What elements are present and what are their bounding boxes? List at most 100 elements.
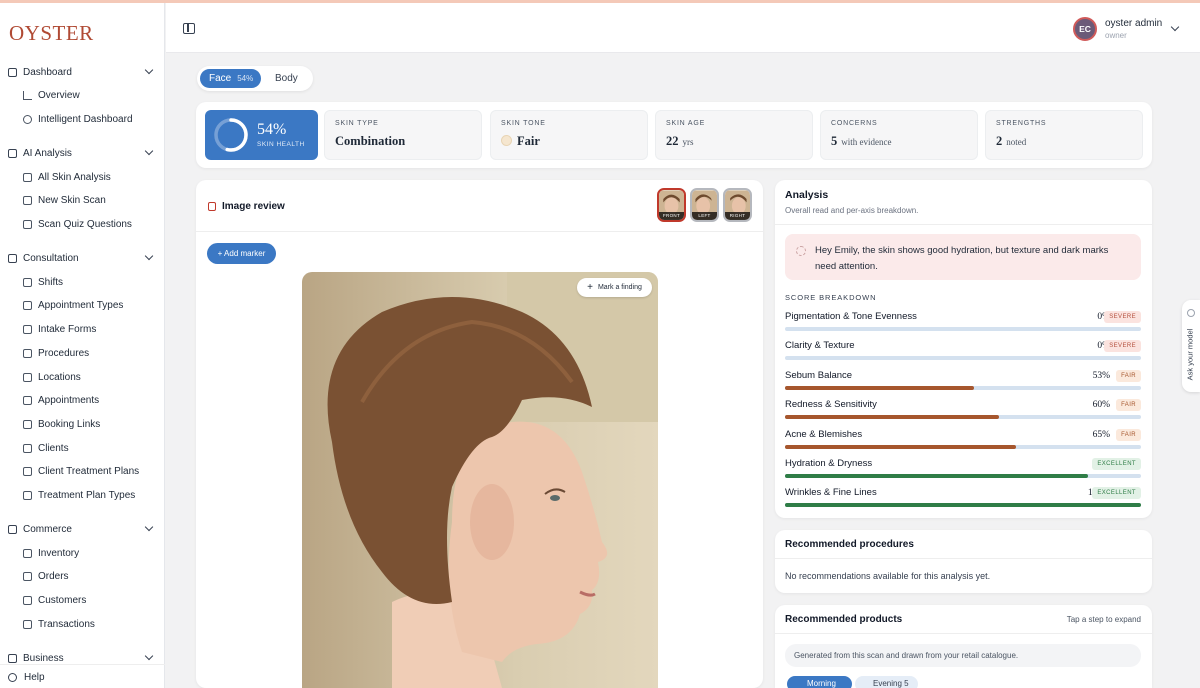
sidebar-item-label: Appointments	[38, 395, 100, 407]
sidebar-item-new-skin-scan[interactable]: New Skin Scan	[0, 189, 165, 213]
tab-face[interactable]: Face 54%	[200, 69, 261, 88]
user-role: owner	[1105, 31, 1127, 40]
skin-age-value: 22	[666, 134, 679, 148]
sidebar-item-clients[interactable]: Clients	[0, 436, 165, 460]
avatar[interactable]: EC	[1073, 17, 1097, 41]
new-skin-scan-icon	[23, 196, 32, 206]
skin-tone-swatch	[501, 135, 512, 146]
ai-analysis-icon	[8, 148, 17, 158]
sidebar-section-dashboard[interactable]: Dashboard	[0, 60, 165, 84]
brand-logo[interactable]: OYSTER	[9, 21, 94, 46]
add-marker-button[interactable]: + Add marker	[207, 243, 276, 264]
sidebar-item-label: Overview	[38, 90, 80, 102]
skin-health-card: 54% SKIN HEALTH	[205, 110, 318, 160]
sidebar-item-shifts[interactable]: Shifts	[0, 270, 165, 294]
sidebar-item-treatment-plan-types[interactable]: Treatment Plan Types	[0, 484, 165, 508]
image-review-card: Image review FRONT LEFT RIGHT + Add mark…	[196, 180, 763, 688]
sidebar-item-intake-forms[interactable]: Intake Forms	[0, 318, 165, 342]
clients-icon	[23, 443, 32, 453]
strengths-value: 2	[996, 134, 1003, 148]
score-badge: SEVERE	[1104, 311, 1141, 323]
sidebar-item-all-skin-analysis[interactable]: All Skin Analysis	[0, 165, 165, 189]
divider	[775, 633, 1152, 634]
products-note: Generated from this scan and drawn from …	[785, 644, 1141, 667]
sidebar-toggle-icon[interactable]	[183, 23, 195, 34]
chevron-down-icon[interactable]	[1170, 22, 1180, 32]
sidebar-item-scan-quiz-questions[interactable]: Scan Quiz Questions	[0, 213, 165, 237]
user-name[interactable]: oyster admin	[1105, 18, 1162, 29]
all-skin-analysis-icon	[23, 172, 32, 182]
products-hint: Tap a step to expand	[1066, 615, 1141, 624]
sidebar-item-procedures[interactable]: Procedures	[0, 342, 165, 366]
score-track	[785, 327, 1141, 331]
score-track	[785, 444, 1141, 449]
sidebar-item-booking-links[interactable]: Booking Links	[0, 413, 165, 437]
skin-tone-label: SKIN TONE	[501, 120, 546, 127]
score-value: 53%	[1092, 370, 1110, 381]
thumb-left[interactable]: LEFT	[690, 188, 719, 222]
score-badge: SEVERE	[1104, 340, 1141, 353]
evening-tab[interactable]: Evening 5	[855, 676, 918, 688]
ask-model-tab[interactable]: Ask your model	[1182, 300, 1200, 392]
sidebar-item-label: Help	[24, 672, 45, 683]
sidebar-item-transactions[interactable]: Transactions	[0, 612, 165, 636]
score-row: Acne & Blemishes 65% FAIR	[785, 428, 1141, 453]
score-name: Acne & Blemishes	[785, 428, 863, 440]
score-badge: FAIR	[1116, 399, 1141, 412]
strengths-value-wrap: 2 noted	[996, 134, 1026, 149]
sidebar-item-overview[interactable]: Overview	[0, 84, 165, 108]
recommended-products-card: Recommended products Tap a step to expan…	[775, 605, 1152, 688]
strengths-card: STRENGTHS 2 noted	[985, 110, 1143, 160]
help-icon	[8, 673, 17, 682]
sidebar-item-customers[interactable]: Customers	[0, 589, 165, 613]
sidebar-item-appointment-types[interactable]: Appointment Types	[0, 294, 165, 318]
face-photo[interactable]: + Mark a finding	[302, 272, 658, 688]
tab-body[interactable]: Body	[275, 73, 298, 84]
mark-finding-button[interactable]: + Mark a finding	[577, 278, 652, 297]
score-row: Clarity & Texture0%SEVERE	[785, 340, 1141, 364]
analysis-card: Analysis Overall read and per-axis break…	[775, 180, 1152, 518]
skin-age-unit: yrs	[682, 137, 694, 147]
thumb-label: RIGHT	[725, 212, 750, 220]
locations-icon	[23, 372, 32, 382]
sidebar-section-commerce[interactable]: Commerce	[0, 517, 165, 541]
score-track	[785, 385, 1141, 390]
sidebar-item-inventory[interactable]: Inventory	[0, 541, 165, 565]
score-track	[785, 415, 1141, 420]
sidebar-item-label: Scan Quiz Questions	[38, 219, 132, 231]
sidebar-item-appointments[interactable]: Appointments	[0, 389, 165, 413]
sidebar-item-intelligent-dashboard[interactable]: Intelligent Dashboard	[0, 108, 165, 132]
analysis-title: Analysis	[785, 189, 829, 201]
sparkle-icon	[796, 246, 806, 256]
analysis-greeting: Hey Emily, the skin shows good hydration…	[785, 234, 1141, 280]
products-title: Recommended products	[785, 614, 903, 625]
sidebar-item-client-treatment-plans[interactable]: Client Treatment Plans	[0, 460, 165, 484]
skin-health-ring	[214, 118, 248, 152]
sidebar-item-orders[interactable]: Orders	[0, 565, 165, 589]
sidebar-item-locations[interactable]: Locations	[0, 365, 165, 389]
face-body-tabs: Face 54% Body	[197, 66, 313, 91]
thumb-front[interactable]: FRONT	[657, 188, 686, 222]
procedures-title: Recommended procedures	[785, 539, 914, 550]
score-fill	[785, 415, 999, 420]
concerns-value-wrap: 5 with evidence	[831, 134, 891, 149]
sidebar-item-help[interactable]: Help	[0, 664, 165, 688]
sidebar-section-consultation[interactable]: Consultation	[0, 246, 165, 270]
sidebar-item-label: Intake Forms	[38, 324, 97, 336]
skin-age-label: SKIN AGE	[666, 120, 706, 127]
summary-strip: 54% SKIN HEALTH SKIN TYPE Combination SK…	[196, 102, 1152, 168]
score-value: 65%	[1092, 429, 1110, 440]
business-icon	[8, 653, 17, 663]
sidebar-section-label: Commerce	[23, 523, 72, 535]
score-value: 60%	[1092, 400, 1110, 411]
client-treatment-plans-icon	[23, 467, 32, 477]
sidebar-item-label: Shifts	[38, 276, 64, 288]
thumb-right[interactable]: RIGHT	[723, 188, 752, 222]
sidebar-section-label: Dashboard	[23, 66, 72, 78]
treatment-plan-types-icon	[23, 490, 32, 500]
sidebar-section-ai-analysis[interactable]: AI Analysis	[0, 141, 165, 165]
morning-tab[interactable]: Morning	[787, 676, 852, 688]
plus-icon: +	[587, 282, 593, 293]
